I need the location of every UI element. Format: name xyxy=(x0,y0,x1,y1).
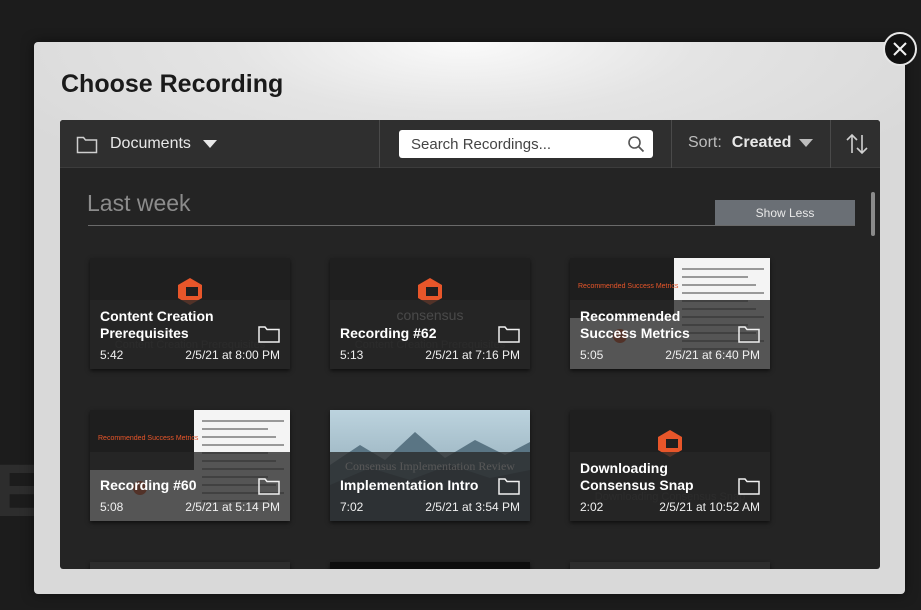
recording-card[interactable]: Consensus Implementation ReviewImplement… xyxy=(330,410,530,521)
folder-icon[interactable] xyxy=(498,477,520,495)
svg-text:Recommended Success Metrics: Recommended Success Metrics xyxy=(98,435,199,442)
recording-card[interactable] xyxy=(90,562,290,569)
folder-icon[interactable] xyxy=(738,477,760,495)
recording-card[interactable]: Recommended Success Metrics Recording #60… xyxy=(90,410,290,521)
recording-duration: 5:13 xyxy=(340,348,364,362)
choose-recording-dialog: Choose Recording Documents Sort: xyxy=(34,42,905,594)
close-icon xyxy=(893,42,907,56)
folder-icon[interactable] xyxy=(258,325,280,343)
search-box xyxy=(399,130,653,158)
recording-date: 2/5/21 at 3:54 PM xyxy=(425,500,520,514)
close-button[interactable] xyxy=(883,32,917,66)
folder-icon[interactable] xyxy=(498,325,520,343)
toolbar-divider xyxy=(830,120,831,168)
recording-date: 2/5/21 at 8:00 PM xyxy=(185,348,280,362)
toolbar: Documents Sort: Created xyxy=(60,120,880,168)
section-title: Last week xyxy=(87,190,191,216)
recording-date: 2/5/21 at 6:40 PM xyxy=(665,348,760,362)
chevron-down-icon xyxy=(202,140,217,148)
search-input[interactable] xyxy=(399,135,627,153)
recording-name: Downloading Consensus Snap xyxy=(580,460,694,493)
recording-date: 2/5/21 at 10:52 AM xyxy=(659,500,760,514)
recording-card[interactable]: Recommended Success Metrics Recommended S… xyxy=(570,258,770,369)
recording-card[interactable]: Downloading Consensus SnapDownloading Co… xyxy=(570,410,770,521)
recording-duration: 5:42 xyxy=(100,348,124,362)
folder-dropdown[interactable]: Documents xyxy=(76,132,217,156)
recording-name: Recommended Success Metrics xyxy=(580,308,690,341)
sort-direction-icon[interactable] xyxy=(844,131,870,157)
recording-card[interactable] xyxy=(330,562,530,569)
recording-duration: 2:02 xyxy=(580,500,604,514)
recording-duration: 7:02 xyxy=(340,500,364,514)
folder-dropdown-label: Documents xyxy=(110,135,191,152)
sort-label: Sort: xyxy=(688,134,722,151)
toolbar-divider xyxy=(379,120,380,168)
recording-date: 2/5/21 at 7:16 PM xyxy=(425,348,520,362)
folder-icon[interactable] xyxy=(258,477,280,495)
section-divider xyxy=(88,225,855,226)
recording-card[interactable]: consensusContent Creation PrerequisitesR… xyxy=(330,258,530,369)
recording-name: Content Creation Prerequisites xyxy=(100,308,214,341)
scrollbar-thumb[interactable] xyxy=(871,192,875,236)
recording-duration: 5:08 xyxy=(100,500,124,514)
folder-icon[interactable] xyxy=(738,325,760,343)
recording-name: Implementation Intro xyxy=(340,477,479,493)
sort-value: Created xyxy=(731,134,792,151)
search-icon[interactable] xyxy=(627,135,645,153)
show-less-button[interactable]: Show Less xyxy=(715,200,855,226)
recording-card[interactable]: Content Creation PrerequisitesContent Cr… xyxy=(90,258,290,369)
recording-name: Recording #60 xyxy=(100,477,197,493)
folder-icon xyxy=(76,136,98,154)
sort-dropdown[interactable]: Sort: Created xyxy=(688,134,814,152)
recording-card[interactable] xyxy=(570,562,770,569)
svg-text:Recommended Success Metrics: Recommended Success Metrics xyxy=(578,283,679,290)
dialog-title: Choose Recording xyxy=(61,70,284,98)
recordings-panel: Documents Sort: Created xyxy=(60,120,880,569)
recording-date: 2/5/21 at 5:14 PM xyxy=(185,500,280,514)
recording-duration: 5:05 xyxy=(580,348,604,362)
chevron-down-icon xyxy=(799,139,814,147)
recording-name: Recording #62 xyxy=(340,325,437,341)
toolbar-divider xyxy=(671,120,672,168)
